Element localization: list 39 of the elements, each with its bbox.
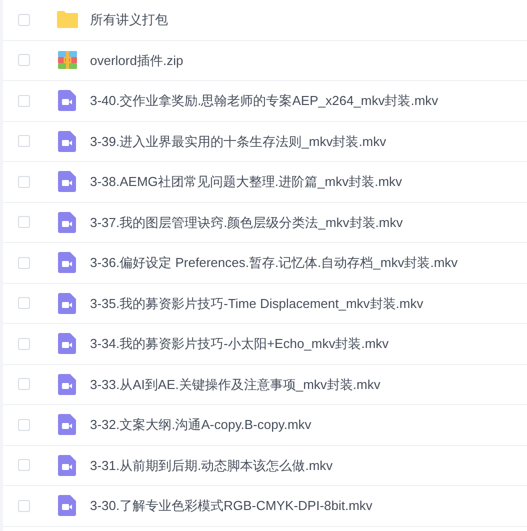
checkbox[interactable] <box>18 459 30 472</box>
checkbox[interactable] <box>18 14 30 26</box>
file-name[interactable]: 3-35.我的募资影片技巧-Time Displacement_mkv封装.mkv <box>90 294 424 313</box>
video-file-icon <box>58 130 76 152</box>
video-file-icon <box>58 414 76 436</box>
file-name[interactable]: 3-31.从前期到后期.动态脚本该怎么做.mkv <box>90 456 333 475</box>
checkbox[interactable] <box>18 54 30 66</box>
checkbox[interactable] <box>18 418 30 431</box>
file-name[interactable]: 3-30.了解专业色彩模式RGB-CMYK-DPI-8bit.mkv <box>90 496 372 516</box>
video-file-icon <box>58 90 76 112</box>
file-name[interactable]: 3-32.文案大纲.沟通A-copy.B-copy.mkv <box>90 415 312 434</box>
file-name[interactable]: 3-40.交作业拿奖励.思翰老师的专案AEP_x264_mkv封装.mkv <box>90 91 438 110</box>
checkbox[interactable] <box>18 500 30 512</box>
file-name[interactable]: 所有讲义打包 <box>90 10 168 30</box>
checkbox[interactable] <box>18 216 30 228</box>
file-name[interactable]: 3-39.进入业界最实用的十条生存法则_mkv封装.mkv <box>90 132 386 151</box>
video-file-icon <box>58 292 76 314</box>
checkbox[interactable] <box>18 135 30 148</box>
checkbox[interactable] <box>18 378 30 390</box>
checkbox[interactable] <box>18 297 30 310</box>
archive-icon <box>58 51 76 70</box>
video-file-icon <box>58 171 76 192</box>
file-name[interactable]: 3-38.AEMG社团常见问题大整理.进阶篇_mkv封装.mkv <box>90 172 402 192</box>
checkbox[interactable] <box>18 256 30 269</box>
file-name[interactable]: 3-36.偏好设定 Preferences.暂存.记忆体.自动存档_mkv封装.mkv <box>90 253 458 272</box>
video-file-icon <box>58 495 76 516</box>
file-name[interactable]: overlord插件.zip <box>90 50 184 70</box>
file-name[interactable]: 3-34.我的募资影片技巧-小太阳+Echo_mkv封装.mkv <box>90 334 389 354</box>
file-name[interactable]: 3-33.从AI到AE.关键操作及注意事项_mkv封装.mkv <box>90 374 380 394</box>
checkbox[interactable] <box>18 176 30 188</box>
video-file-icon <box>58 374 76 395</box>
folder-icon <box>56 10 78 30</box>
video-file-icon <box>58 454 76 476</box>
file-name[interactable]: 3-37.我的图层管理诀窍.颜色层级分类法_mkv封装.mkv <box>90 212 403 232</box>
video-file-icon <box>58 333 76 354</box>
checkbox[interactable] <box>18 94 30 107</box>
video-file-icon <box>58 252 76 274</box>
checkbox[interactable] <box>18 338 30 350</box>
video-file-icon <box>58 212 76 233</box>
